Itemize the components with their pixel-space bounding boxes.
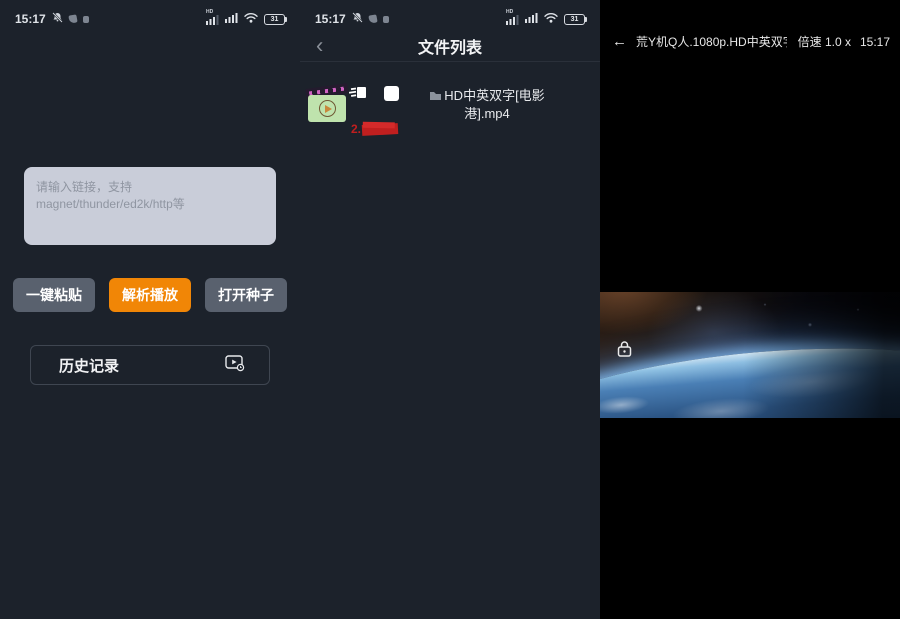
- video-player-panel: ← 荒Y机Q人.1080p.HD中英双字[电影... 倍速 1.0 x 15:1…: [600, 0, 900, 619]
- status-bar: 15:17 HD 31: [0, 8, 300, 30]
- dot-icon: [83, 16, 89, 23]
- wifi-icon: [544, 10, 558, 28]
- link-input[interactable]: [24, 167, 276, 245]
- signal-icon: [525, 10, 538, 28]
- status-time: 15:17: [315, 12, 346, 26]
- note-icon: [68, 14, 77, 23]
- file-name: HD中英双字[电影港].mp4: [422, 87, 552, 123]
- film-clapper-thumb: [306, 84, 348, 136]
- play-thumbnail: [308, 95, 346, 122]
- open-torrent-button[interactable]: 打开种子: [205, 278, 287, 312]
- parse-play-button[interactable]: 解析播放: [109, 278, 191, 312]
- night-shade: [600, 292, 900, 418]
- white-square-icon: [384, 86, 399, 101]
- file-list-header: ‹ 文件列表: [300, 30, 600, 62]
- battery-icon: 31: [264, 14, 285, 25]
- file-type-icon: [429, 90, 442, 101]
- status-time: 15:17: [15, 12, 46, 26]
- player-topbar: ← 荒Y机Q人.1080p.HD中英双字[电影... 倍速 1.0 x 15:1…: [600, 33, 900, 50]
- link-input-panel: 15:17 HD 31: [0, 0, 300, 619]
- bell-muted-icon: [352, 12, 363, 26]
- padlock-icon[interactable]: [616, 340, 633, 363]
- video-history-icon: [225, 355, 245, 376]
- bell-muted-icon: [52, 12, 63, 26]
- signal-hd-icon: HD: [506, 14, 519, 25]
- screen: 15:17 HD 31: [0, 0, 900, 619]
- redaction-mark: [362, 123, 399, 136]
- back-chevron-icon[interactable]: ‹: [316, 34, 323, 56]
- signal-hd-icon: HD: [206, 14, 219, 25]
- play-icon: [319, 100, 336, 117]
- wifi-icon: [244, 10, 258, 28]
- status-bar: 15:17 HD 31: [300, 8, 600, 30]
- action-buttons: 一键粘贴 解析播放 打开种子: [0, 278, 300, 312]
- video-effect-icon: [349, 85, 367, 105]
- history-label: 历史记录: [59, 355, 119, 376]
- file-list-panel: 15:17 HD 31: [300, 0, 600, 619]
- paste-button[interactable]: 一键粘贴: [13, 278, 95, 312]
- battery-level: 31: [271, 16, 279, 23]
- dot-icon: [383, 16, 389, 23]
- video-title: 荒Y机Q人.1080p.HD中英双字[电影...: [636, 33, 787, 50]
- back-arrow-icon[interactable]: ←: [612, 34, 627, 49]
- signal-icon: [225, 10, 238, 28]
- playback-speed[interactable]: 倍速 1.0 x: [798, 33, 851, 50]
- file-list-item[interactable]: HD中英双字[电影港].mp4 2.: [306, 84, 592, 144]
- video-frame[interactable]: [600, 292, 900, 418]
- file-size: 2.: [351, 122, 398, 136]
- page-title: 文件列表: [418, 34, 482, 58]
- battery-level: 31: [571, 16, 579, 23]
- battery-icon: 31: [564, 14, 585, 25]
- player-time: 15:17: [860, 35, 890, 49]
- note-icon: [368, 14, 377, 23]
- history-button[interactable]: 历史记录: [30, 345, 270, 385]
